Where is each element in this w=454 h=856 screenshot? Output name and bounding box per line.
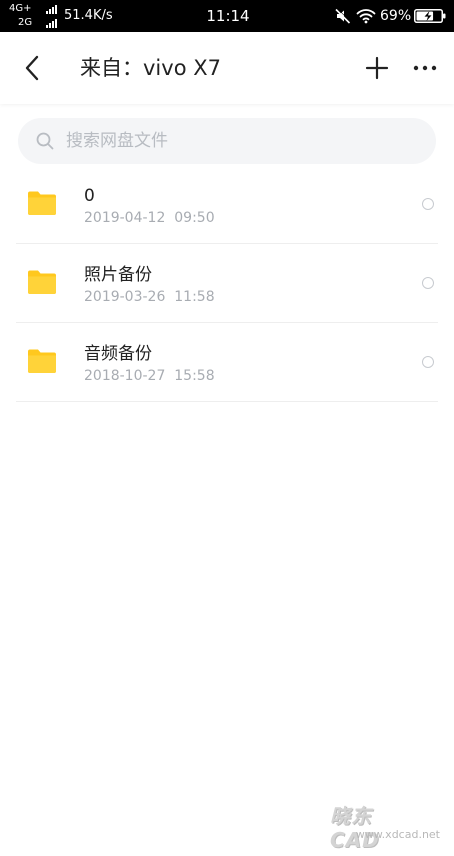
folder-icon	[28, 349, 56, 373]
list-item[interactable]: 照片备份 2019-03-26 11:58	[0, 244, 454, 323]
app-bar: 来自：vivo X7	[0, 32, 454, 104]
file-name: 0	[84, 186, 95, 206]
select-radio[interactable]	[422, 277, 434, 289]
search-input[interactable]: 搜索网盘文件	[18, 118, 436, 164]
signal-icon	[46, 4, 57, 14]
list-item[interactable]: 0 2019-04-12 09:50	[0, 165, 454, 244]
folder-icon	[28, 270, 56, 294]
status-bar: 4G+ 2G 51.4K/s 11:14 69%	[0, 0, 454, 32]
network-speed: 51.4K/s	[64, 8, 113, 23]
watermark: 晓东 CAD www.xdcad.net	[330, 804, 440, 852]
screen: 4G+ 2G 51.4K/s 11:14 69% 来自：vivo X7 搜索网盘…	[0, 0, 454, 856]
battery-percent: 69%	[380, 8, 412, 24]
select-radio[interactable]	[422, 356, 434, 368]
file-date: 2019-03-26 11:58	[84, 289, 215, 305]
network-indicator: 4G+ 2G	[8, 2, 60, 30]
battery-charging-icon	[414, 9, 446, 23]
wifi-icon	[356, 9, 376, 24]
file-date: 2019-04-12 09:50	[84, 210, 215, 226]
more-button[interactable]	[408, 50, 442, 86]
chevron-left-icon	[25, 55, 39, 81]
signal-icon	[46, 18, 57, 28]
select-radio[interactable]	[422, 198, 434, 210]
plus-icon	[365, 56, 389, 80]
file-date: 2018-10-27 15:58	[84, 368, 215, 384]
list-item[interactable]: 音频备份 2018-10-27 15:58	[0, 323, 454, 402]
network-type-secondary: 2G	[18, 17, 33, 28]
search-icon	[36, 132, 54, 150]
search-placeholder: 搜索网盘文件	[66, 131, 168, 151]
folder-icon	[28, 191, 56, 215]
back-button[interactable]	[14, 50, 50, 86]
watermark-url: www.xdcad.net	[355, 828, 440, 841]
page-title: 来自：vivo X7	[80, 56, 221, 80]
more-horizontal-icon	[413, 65, 437, 71]
file-name: 照片备份	[84, 265, 152, 285]
file-name: 音频备份	[84, 344, 152, 364]
network-type-primary: 4G+	[9, 3, 32, 14]
add-button[interactable]	[360, 50, 394, 86]
file-list: 0 2019-04-12 09:50 照片备份 2019-03-26 11:58…	[0, 165, 454, 402]
mute-icon	[335, 8, 351, 24]
clock: 11:14	[206, 7, 250, 25]
